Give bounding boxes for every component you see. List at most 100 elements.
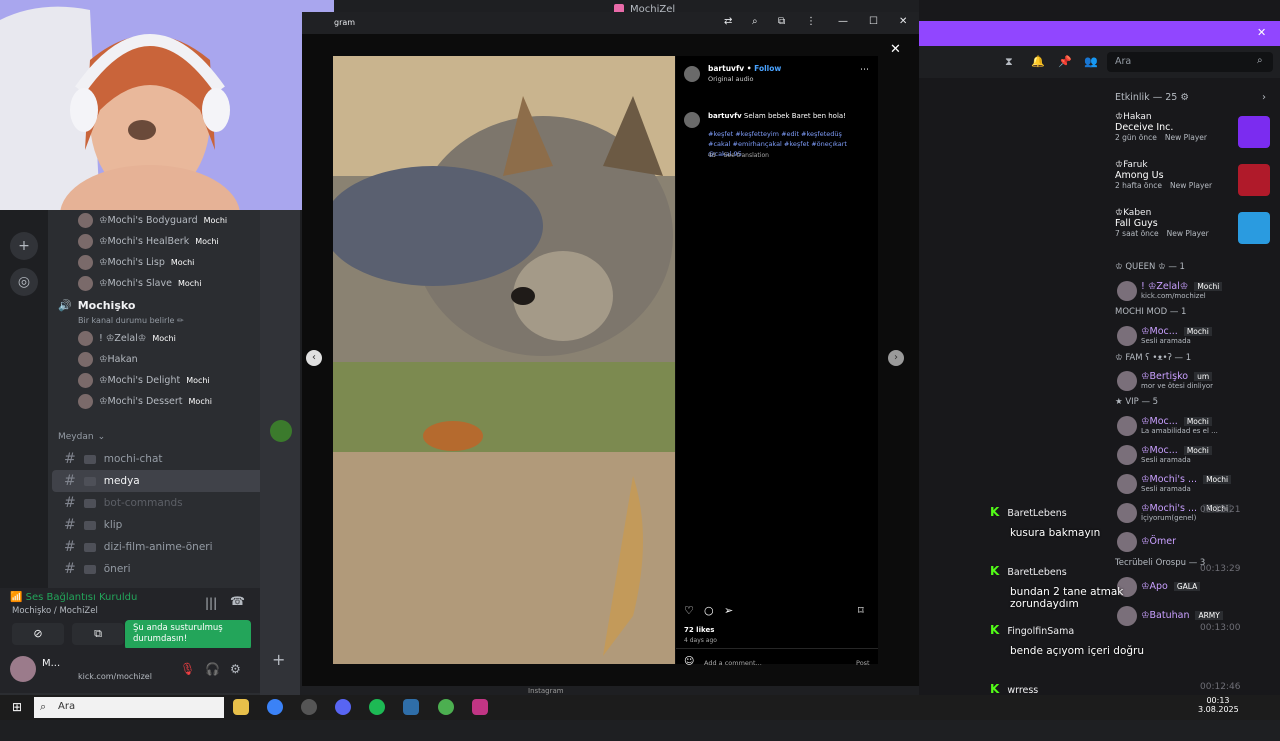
instagram-icon[interactable]	[471, 699, 488, 715]
file-explorer-icon[interactable]	[233, 699, 249, 715]
avatar[interactable]	[10, 656, 36, 682]
see-translation[interactable]: See translation	[724, 152, 769, 159]
caption-avatar[interactable]	[684, 112, 700, 128]
member-row[interactable]: ♔Moc... Mochi La amabilidad es el ...	[919, 411, 1280, 440]
translate-icon[interactable]: ⇄	[724, 16, 732, 27]
chevron-right-icon[interactable]: ›	[1262, 92, 1266, 103]
instagram-tab-label[interactable]: Instagram	[528, 687, 564, 695]
comment-input[interactable]: Add a comment...	[704, 659, 762, 667]
bell-icon[interactable]: 🔔	[1031, 55, 1045, 68]
browser-icon[interactable]	[437, 699, 454, 715]
save-icon[interactable]: ⌑	[858, 604, 864, 617]
chat-time: 00:13:00	[1200, 623, 1241, 633]
chat-text: bundan 2 tane atmak zorundaydım	[1010, 586, 1124, 610]
channel-name: öneri	[103, 563, 131, 575]
mic-muted-icon[interactable]: 🎙	[180, 662, 195, 676]
taskbar-search[interactable]: ⌕ Ara	[34, 697, 224, 718]
hash-icon: #	[64, 451, 76, 467]
activity-item[interactable]: ♔Kaben Fall Guys 7 saat önce New Player	[919, 208, 1280, 256]
member-sub: mor ve ötesi dinliyor	[1141, 382, 1214, 390]
hash-icon: #	[64, 495, 76, 511]
taskbar: ⊞ ⌕ Ara Instagram 00:13 3.08.2025	[0, 687, 1280, 720]
headphones-icon[interactable]: 🎧	[205, 662, 220, 676]
chrome-icon[interactable]	[267, 699, 284, 715]
member-row[interactable]: ♔Moc... Mochi Sesli aramada	[919, 440, 1280, 469]
member-line: ♔Mochi's ... Mochi	[1141, 474, 1232, 485]
post-header: bartuvfv • Follow	[708, 64, 782, 73]
avatar[interactable]	[684, 66, 700, 82]
avatar	[1117, 371, 1137, 391]
steam-icon[interactable]	[403, 699, 420, 715]
chat-user[interactable]: FingolfinSama	[1007, 626, 1074, 637]
member-sub: Sesli aramada	[1141, 485, 1191, 493]
spotify-icon[interactable]	[369, 699, 386, 715]
post-comment-button[interactable]: Post	[856, 659, 870, 667]
search-icon: ⌕	[40, 700, 47, 713]
caption-username[interactable]: bartuvfv	[708, 112, 742, 120]
extensions-icon[interactable]: ⧉	[778, 16, 785, 27]
obs-icon[interactable]	[301, 699, 318, 715]
jackal-photo	[333, 56, 675, 664]
share-icon[interactable]: ➢	[724, 604, 733, 617]
zoom-icon[interactable]: ⌕	[752, 16, 758, 27]
close-post-icon[interactable]: ✕	[890, 42, 901, 57]
noise-icon[interactable]: |||	[205, 596, 217, 610]
member-row[interactable]: ! ♔Zelal♔ Mochi kick.com/mochizel	[919, 276, 1280, 305]
comment-icon[interactable]: ○	[704, 604, 714, 617]
screen-share-button[interactable]: ⧉	[72, 623, 124, 645]
member-row[interactable]: ♔Moc... Mochi Sesli aramada	[919, 321, 1280, 350]
original-audio[interactable]: Original audio	[708, 75, 754, 83]
avatar	[78, 373, 93, 388]
member-row[interactable]: ♔Bertişko um mor ve ötesi dinliyor	[919, 366, 1280, 395]
pin-icon[interactable]: 📌	[1058, 55, 1072, 68]
disconnect-icon[interactable]: ☎	[230, 594, 245, 608]
search-input[interactable]: Ara ⌕	[1107, 52, 1273, 72]
likes-count[interactable]: 72 likes	[684, 626, 714, 634]
minimize-icon[interactable]: —	[838, 16, 848, 27]
member-sub: La amabilidad es el ...	[1141, 427, 1218, 435]
ig-window-title: gram	[334, 18, 356, 27]
activity-time: 2 hafta önce	[1115, 181, 1163, 190]
discord-icon[interactable]	[335, 699, 352, 715]
follow-button[interactable]: Follow	[754, 64, 781, 73]
close-icon[interactable]: ✕	[1257, 26, 1266, 39]
avatar	[1117, 445, 1137, 465]
next-post-button[interactable]: ›	[888, 350, 904, 366]
gear-icon[interactable]: ⚙	[230, 662, 241, 676]
clock[interactable]: 00:13 3.08.2025	[1198, 696, 1239, 714]
voice-connection-panel: 📶 Ses Bağlantısı Kuruldu Mochişko / Moch…	[0, 588, 260, 650]
member-name: ♔Moc...	[1141, 416, 1178, 427]
camera-off-button[interactable]: ⊘	[12, 623, 64, 645]
hash-icon: #	[64, 561, 76, 577]
members-icon[interactable]: 👥	[1084, 55, 1098, 68]
user-avatar-icon[interactable]	[270, 420, 292, 442]
channel-name: bot-commands	[103, 497, 183, 509]
activity-item[interactable]: ♔Hakan Deceive Inc. 2 gün önce New Player	[919, 112, 1280, 160]
game-art-icon	[1238, 164, 1270, 196]
prev-post-button[interactable]: ‹	[306, 350, 322, 366]
channel-emoji-icon	[83, 542, 96, 552]
chat-user[interactable]: BaretLebens	[1007, 508, 1066, 519]
emoji-icon[interactable]: ☺	[684, 656, 694, 667]
discover-icon[interactable]: ◎	[10, 268, 38, 296]
chat-user[interactable]: BaretLebens	[1007, 567, 1066, 578]
close-icon[interactable]: ✕	[899, 16, 907, 27]
avatar	[1117, 281, 1137, 301]
member-tag: Mochi	[188, 397, 213, 406]
activity-item[interactable]: ♔Faruk Among Us 2 hafta önce New Player	[919, 160, 1280, 208]
member-row[interactable]: ♔Mochi's ... Mochi Sesli aramada	[919, 469, 1280, 498]
channel-emoji-icon	[83, 454, 96, 464]
like-icon[interactable]: ♡	[684, 604, 694, 617]
more-options-icon[interactable]: ⋯	[860, 65, 869, 75]
voice-channel-name: Mochişko	[77, 298, 136, 312]
menu-icon[interactable]: ⋮	[806, 16, 816, 27]
webcam-image	[0, 0, 334, 210]
maximize-icon[interactable]: ☐	[869, 16, 878, 27]
windows-start-icon[interactable]: ⊞	[12, 700, 22, 714]
add-server-icon[interactable]: +	[10, 232, 38, 260]
posted-time: 4 days ago	[684, 637, 717, 644]
post-username[interactable]: bartuvfv	[708, 64, 744, 73]
add-icon[interactable]: +	[272, 650, 285, 669]
threads-icon[interactable]: ⧗	[1005, 55, 1013, 69]
chat-header: Kwrress 00:12:46	[990, 682, 1240, 696]
